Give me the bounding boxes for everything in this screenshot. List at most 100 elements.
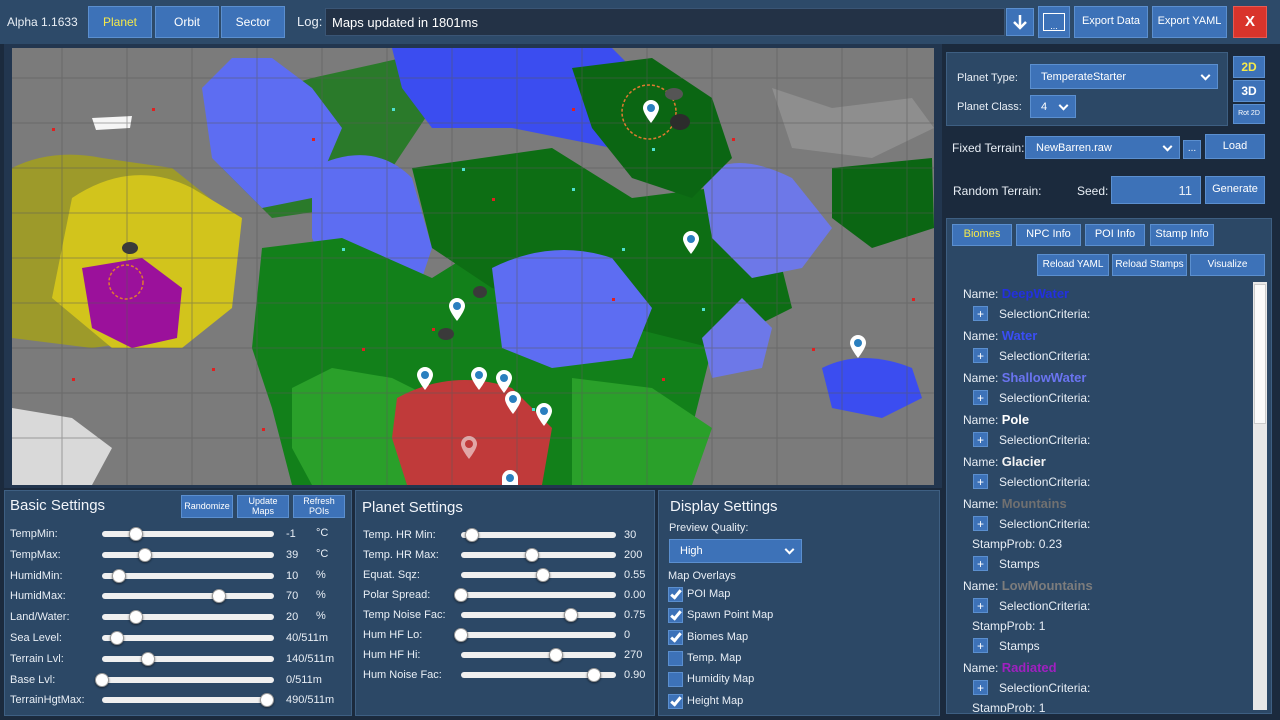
- expand-button[interactable]: +: [973, 638, 988, 653]
- slider-handle[interactable]: [454, 588, 468, 602]
- poi-pin-icon[interactable]: [460, 436, 478, 460]
- biome-name: Water: [1001, 328, 1038, 343]
- view-2d-button[interactable]: 2D: [1233, 56, 1265, 78]
- slider-track[interactable]: [461, 648, 616, 662]
- view-3d-button[interactable]: 3D: [1233, 80, 1265, 102]
- slider-track[interactable]: [95, 672, 274, 687]
- tab-biomes[interactable]: Biomes: [952, 224, 1012, 246]
- slider-handle[interactable]: [95, 672, 109, 687]
- slider-track[interactable]: [102, 651, 274, 666]
- slider-track[interactable]: [461, 568, 616, 582]
- poi-pin-icon[interactable]: [849, 335, 867, 359]
- poi-pin-icon[interactable]: [682, 231, 700, 255]
- slider-value: 490/511m: [286, 694, 335, 707]
- planet-map[interactable]: [12, 48, 934, 485]
- reload-stamps-button[interactable]: Reload Stamps: [1112, 254, 1187, 276]
- slider-handle[interactable]: [112, 568, 127, 583]
- biome-name: Glacier: [1001, 454, 1046, 469]
- slider-handle[interactable]: [454, 628, 468, 642]
- slider-track[interactable]: [102, 693, 275, 708]
- slider-track[interactable]: [102, 568, 274, 583]
- poi-pin-icon[interactable]: [416, 367, 434, 391]
- planet-type-select[interactable]: TemperateStarter: [1030, 64, 1218, 89]
- scrollbar-thumb[interactable]: [1254, 284, 1266, 424]
- poi-pin-icon[interactable]: [470, 367, 488, 391]
- expand-button[interactable]: +: [973, 516, 988, 531]
- planet-type-label: Planet Type:: [957, 72, 1018, 84]
- update-maps-button[interactable]: Update Maps: [237, 495, 289, 518]
- slider-track[interactable]: [102, 589, 274, 604]
- rotate-2d-button[interactable]: Rot 2D: [1233, 104, 1265, 124]
- tab-orbit[interactable]: Orbit: [155, 6, 219, 38]
- preview-quality-select[interactable]: High: [669, 539, 802, 563]
- slider-track[interactable]: [102, 631, 274, 645]
- selection-criteria: SelectionCriteria:: [999, 349, 1091, 363]
- poi-pin-icon[interactable]: [642, 100, 660, 124]
- slider-track[interactable]: [102, 527, 274, 541]
- fixed-terrain-select[interactable]: NewBarren.raw: [1025, 136, 1180, 159]
- planet-class-select[interactable]: 4: [1030, 95, 1076, 118]
- browse-button[interactable]: ...: [1038, 6, 1070, 38]
- slider-label: Terrain Lvl:: [10, 652, 64, 665]
- slider-value: 70: [286, 590, 299, 603]
- poi-pin-icon[interactable]: [535, 403, 553, 427]
- tab-poi-info[interactable]: POI Info: [1085, 224, 1145, 246]
- expand-button[interactable]: +: [973, 348, 988, 363]
- overlay-checkbox[interactable]: [668, 608, 683, 624]
- fixed-terrain-browse-button[interactable]: ...: [1183, 140, 1201, 159]
- close-button[interactable]: X: [1233, 6, 1267, 38]
- slider-label: Equat. Sqz:: [363, 569, 420, 581]
- expand-button[interactable]: +: [973, 556, 988, 571]
- randomize-button[interactable]: Randomize: [181, 495, 233, 518]
- poi-pin-icon[interactable]: [504, 391, 522, 415]
- slider-track[interactable]: [461, 668, 616, 682]
- slider-track[interactable]: [461, 548, 616, 562]
- slider-handle[interactable]: [548, 648, 563, 662]
- expand-button[interactable]: +: [973, 432, 988, 447]
- slider-handle[interactable]: [564, 608, 579, 622]
- tab-stamp-info[interactable]: Stamp Info: [1150, 224, 1214, 246]
- generate-button[interactable]: Generate: [1205, 176, 1265, 204]
- overlay-checkbox[interactable]: [668, 693, 683, 709]
- overlay-checkbox[interactable]: [668, 629, 683, 645]
- slider-value: 0: [624, 629, 631, 641]
- slider-track[interactable]: [461, 608, 616, 622]
- overlay-checkbox[interactable]: [668, 587, 683, 602]
- download-button[interactable]: [1006, 8, 1034, 36]
- slider-track[interactable]: [454, 588, 616, 602]
- selection-criteria: SelectionCriteria:: [999, 681, 1091, 695]
- export-data-button[interactable]: Export Data: [1074, 6, 1148, 38]
- slider-handle[interactable]: [138, 547, 152, 562]
- slider-track[interactable]: [461, 528, 616, 542]
- map-overlays-label: Map Overlays: [668, 570, 736, 582]
- poi-pin-icon[interactable]: [501, 470, 519, 485]
- visualize-button[interactable]: Visualize: [1190, 254, 1265, 276]
- slider-label: Land/Water:: [10, 611, 70, 624]
- tab-planet[interactable]: Planet: [88, 6, 152, 38]
- slider-handle[interactable]: [464, 528, 479, 542]
- expand-button[interactable]: +: [973, 680, 988, 695]
- expand-button[interactable]: +: [973, 598, 988, 613]
- slider-value: 270: [624, 649, 643, 661]
- slider-label: TempMax:: [10, 548, 61, 561]
- overlay-checkbox[interactable]: [668, 672, 683, 688]
- tab-sector[interactable]: Sector: [221, 6, 285, 38]
- export-yaml-button[interactable]: Export YAML: [1152, 6, 1227, 38]
- slider-unit: %: [316, 568, 326, 581]
- poi-pin-icon[interactable]: [448, 298, 466, 322]
- load-button[interactable]: Load: [1205, 134, 1265, 159]
- slider-track[interactable]: [454, 628, 616, 642]
- tab-npc-info[interactable]: NPC Info: [1016, 224, 1081, 246]
- refresh-pois-button[interactable]: Refresh POIs: [293, 495, 345, 518]
- expand-button[interactable]: +: [973, 306, 988, 321]
- overlay-checkbox[interactable]: [668, 650, 683, 666]
- slider-track[interactable]: [102, 610, 274, 625]
- checkmark-icon: [670, 629, 682, 643]
- expand-button[interactable]: +: [973, 474, 988, 489]
- reload-yaml-button[interactable]: Reload YAML: [1037, 254, 1109, 276]
- chevron-down-icon: [1162, 141, 1173, 152]
- slider-label: Hum HF Hi:: [363, 649, 421, 661]
- slider-track[interactable]: [102, 547, 274, 562]
- seed-input[interactable]: 11: [1111, 176, 1201, 204]
- expand-button[interactable]: +: [973, 390, 988, 405]
